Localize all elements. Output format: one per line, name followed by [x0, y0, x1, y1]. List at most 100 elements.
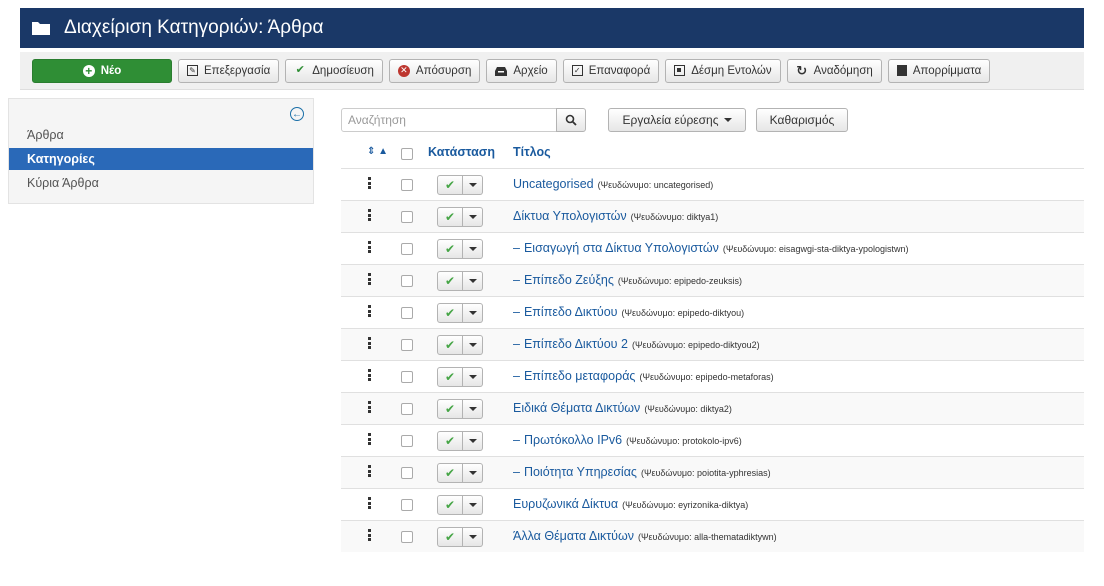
clear-button[interactable]: Καθαρισμός: [756, 108, 848, 132]
row-checkbox[interactable]: [401, 435, 413, 447]
search-tools-label: Εργαλεία εύρεσης: [622, 113, 719, 127]
sort-order-icon[interactable]: ⇕ ▲: [367, 146, 388, 157]
status-toggle: ✔: [437, 335, 483, 355]
category-alias: (Ψευδώνυμο: diktya1): [630, 212, 719, 222]
published-check-icon[interactable]: ✔: [437, 399, 463, 419]
row-checkbox[interactable]: [401, 467, 413, 479]
row-checkbox[interactable]: [401, 275, 413, 287]
published-check-icon[interactable]: ✔: [437, 367, 463, 387]
status-dropdown-button[interactable]: [463, 303, 483, 323]
category-title-link[interactable]: Επίπεδο Ζεύξης: [524, 273, 614, 287]
status-dropdown-button[interactable]: [463, 335, 483, 355]
drag-handle-icon[interactable]: [368, 177, 371, 189]
row-checkbox[interactable]: [401, 499, 413, 511]
row-title: – Επίπεδο μεταφοράς (Ψευδώνυμο: epipedo-me…: [513, 369, 774, 383]
drag-handle-icon[interactable]: [368, 305, 371, 317]
status-dropdown-button[interactable]: [463, 399, 483, 419]
drag-handle-icon[interactable]: [368, 337, 371, 349]
published-check-icon[interactable]: ✔: [437, 207, 463, 227]
status-dropdown-button[interactable]: [463, 463, 483, 483]
trash-button[interactable]: Απορρίμματα: [887, 58, 991, 83]
new-button[interactable]: + Νέο: [32, 58, 172, 83]
published-check-icon[interactable]: ✔: [437, 239, 463, 259]
drag-handle-icon[interactable]: [368, 241, 371, 253]
row-checkbox[interactable]: [401, 211, 413, 223]
row-checkbox[interactable]: [401, 531, 413, 543]
category-title-link[interactable]: Δίκτυα Υπολογιστών: [513, 209, 627, 223]
rebuild-button[interactable]: ↻ Αναδόμηση: [786, 58, 882, 83]
row-checkbox[interactable]: [401, 307, 413, 319]
category-title-link[interactable]: Εισαγωγή στα Δίκτυα Υπολογιστών: [524, 241, 719, 255]
sidebar-item-articles[interactable]: Άρθρα: [9, 124, 313, 146]
batch-button[interactable]: Δέσμη Εντολών: [665, 58, 781, 83]
drag-handle-icon[interactable]: [368, 529, 371, 541]
category-title-link[interactable]: Επίπεδο Δικτύου: [524, 305, 618, 319]
level-dash: –: [513, 241, 520, 255]
category-title-link[interactable]: Πρωτόκολλο IPv6: [524, 433, 622, 447]
category-alias: (Ψευδώνυμο: uncategorised): [597, 180, 714, 190]
row-checkbox[interactable]: [401, 243, 413, 255]
status-dropdown-button[interactable]: [463, 495, 483, 515]
page-title: Διαχείριση Κατηγοριών: Άρθρα: [64, 17, 324, 38]
category-title-link[interactable]: Άλλα Θέματα Δικτύων: [513, 529, 634, 543]
archive-button[interactable]: Αρχείο: [486, 58, 557, 83]
search-tools-button[interactable]: Εργαλεία εύρεσης: [608, 108, 746, 132]
status-dropdown-button[interactable]: [463, 175, 483, 195]
category-alias: (Ψευδώνυμο: epipedo-diktyou): [621, 308, 745, 318]
row-title: – Επίπεδο Ζεύξης (Ψευδώνυμο: epipedo-zeuks…: [513, 273, 742, 287]
drag-handle-icon[interactable]: [368, 401, 371, 413]
search-icon: [565, 114, 577, 126]
sidebar-item-categories[interactable]: Κατηγορίες: [9, 148, 313, 170]
drag-handle-icon[interactable]: [368, 433, 371, 445]
category-title-link[interactable]: Ποιότητα Υπηρεσίας: [524, 465, 637, 479]
publish-button[interactable]: ✔ Δημοσίευση: [285, 58, 383, 83]
row-checkbox[interactable]: [401, 339, 413, 351]
collapse-sidebar-icon[interactable]: ←: [290, 107, 304, 121]
category-title-link[interactable]: Επίπεδο μεταφοράς: [524, 369, 636, 383]
published-check-icon[interactable]: ✔: [437, 495, 463, 515]
status-dropdown-button[interactable]: [463, 271, 483, 291]
checkin-button-label: Επαναφορά: [588, 64, 651, 77]
published-check-icon[interactable]: ✔: [437, 431, 463, 451]
caret-down-icon: [468, 503, 477, 507]
status-dropdown-button[interactable]: [463, 431, 483, 451]
row-title: – Εισαγωγή στα Δίκτυα Υπολογιστών (Ψευδώνυ…: [513, 241, 908, 255]
drag-handle-icon[interactable]: [368, 465, 371, 477]
published-check-icon[interactable]: ✔: [437, 335, 463, 355]
published-check-icon[interactable]: ✔: [437, 271, 463, 291]
status-dropdown-button[interactable]: [463, 239, 483, 259]
category-title-link[interactable]: Uncategorised: [513, 177, 594, 191]
drag-handle-icon[interactable]: [368, 273, 371, 285]
category-title-link[interactable]: Ευρυζωνικά Δίκτυα: [513, 497, 618, 511]
title-column-header[interactable]: Τίτλος: [513, 145, 551, 159]
published-check-icon[interactable]: ✔: [437, 175, 463, 195]
select-all-checkbox[interactable]: [401, 148, 413, 160]
drag-handle-icon[interactable]: [368, 209, 371, 221]
status-toggle: ✔: [437, 175, 483, 195]
caret-down-icon: [468, 311, 477, 315]
search-input[interactable]: Αναζήτηση: [341, 108, 557, 132]
level-dash: –: [513, 273, 520, 287]
status-dropdown-button[interactable]: [463, 207, 483, 227]
published-check-icon[interactable]: ✔: [437, 303, 463, 323]
status-toggle: ✔: [437, 495, 483, 515]
table-row: ✔ – Επίπεδο Δικτύου 2 (Ψευδώνυμο: epipedo-d…: [341, 328, 1084, 360]
status-dropdown-button[interactable]: [463, 367, 483, 387]
row-checkbox[interactable]: [401, 371, 413, 383]
sidebar-item-featured[interactable]: Κύρια Άρθρα: [9, 172, 313, 194]
published-check-icon[interactable]: ✔: [437, 463, 463, 483]
search-button[interactable]: [556, 108, 586, 132]
row-checkbox[interactable]: [401, 403, 413, 415]
unpublish-button[interactable]: ✕ Απόσυρση: [388, 58, 481, 83]
checkin-button[interactable]: ✓ Επαναφορά: [562, 58, 660, 83]
row-title: – Επίπεδο Δικτύου 2 (Ψευδώνυμο: epipedo-di…: [513, 337, 760, 351]
row-checkbox[interactable]: [401, 179, 413, 191]
edit-button[interactable]: ✎ Επεξεργασία: [178, 58, 280, 83]
drag-handle-icon[interactable]: [368, 497, 371, 509]
category-title-link[interactable]: Ειδικά Θέματα Δικτύων: [513, 401, 640, 415]
status-column-header[interactable]: Κατάσταση: [428, 145, 495, 159]
published-check-icon[interactable]: ✔: [437, 527, 463, 547]
category-title-link[interactable]: Επίπεδο Δικτύου 2: [524, 337, 628, 351]
status-dropdown-button[interactable]: [463, 527, 483, 547]
drag-handle-icon[interactable]: [368, 369, 371, 381]
